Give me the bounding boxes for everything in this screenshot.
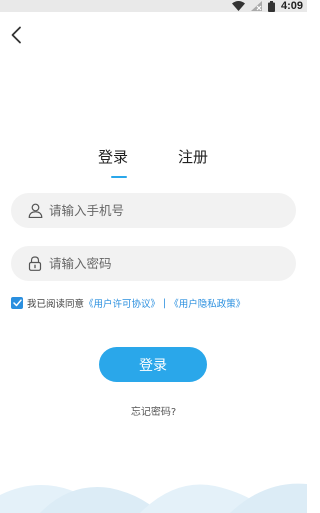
- password-input[interactable]: [49, 253, 269, 274]
- status-icons: 4:09: [231, 0, 303, 12]
- forgot-password-link[interactable]: 忘记密码?: [0, 403, 307, 418]
- login-button[interactable]: 登录: [99, 347, 207, 382]
- chevron-left-icon: [10, 26, 22, 48]
- privacy-policy-link[interactable]: 《用户隐私政策》: [169, 296, 245, 310]
- user-icon: [27, 203, 43, 219]
- tab-register[interactable]: 注册: [178, 147, 208, 167]
- lock-icon: [27, 256, 43, 272]
- signal-off-icon: [250, 1, 262, 11]
- tab-login[interactable]: 登录: [98, 147, 128, 167]
- agreement-separator: |: [163, 297, 167, 309]
- user-agreement-link[interactable]: 《用户许可协议》: [84, 296, 160, 310]
- back-button[interactable]: [6, 26, 26, 48]
- decorative-waves: [0, 483, 307, 513]
- agree-checkbox[interactable]: [11, 297, 23, 309]
- password-field[interactable]: [11, 246, 296, 281]
- agreement-row: 我已阅读同意 《用户许可协议》 | 《用户隐私政策》: [11, 295, 245, 311]
- phone-field[interactable]: [11, 193, 296, 228]
- active-tab-indicator: [111, 176, 127, 178]
- agreement-prefix: 我已阅读同意: [27, 299, 85, 310]
- status-bar: 4:09: [0, 0, 307, 12]
- wifi-icon: [231, 1, 245, 11]
- status-time: 4:09: [280, 0, 303, 12]
- phone-input[interactable]: [49, 200, 269, 221]
- battery-icon: [267, 0, 275, 12]
